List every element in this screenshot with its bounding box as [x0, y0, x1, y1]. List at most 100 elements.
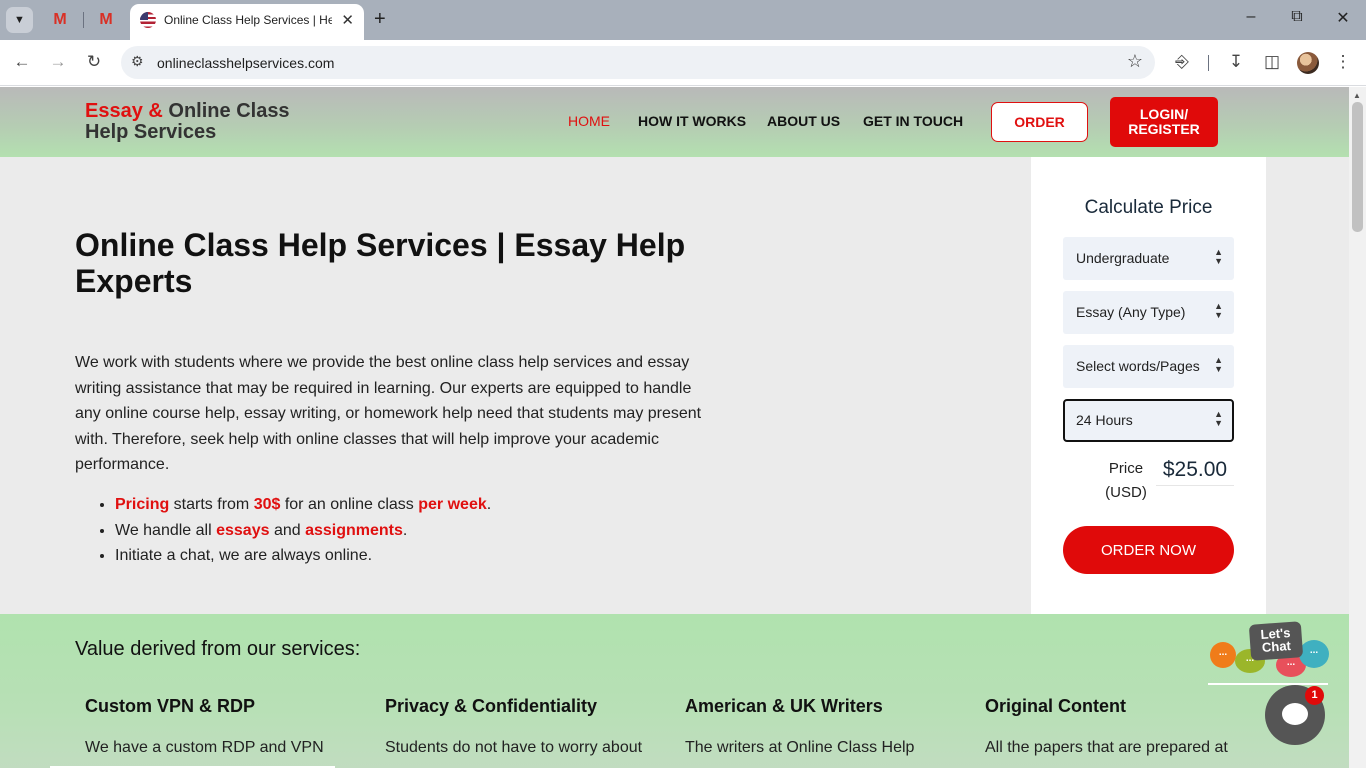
- profile-avatar[interactable]: [1297, 52, 1319, 74]
- value-text: Students do not have to worry about: [385, 739, 643, 756]
- price-label: Price (USD): [1091, 457, 1161, 505]
- tab-close-icon[interactable]: ✕: [341, 11, 354, 29]
- bullet-chat: Initiate a chat, we are always online.: [115, 543, 715, 569]
- select-value: 24 Hours: [1076, 412, 1133, 428]
- select-arrows-icon: ▲ ▼: [1214, 355, 1223, 374]
- gmail-pinned-tab[interactable]: M: [48, 8, 72, 32]
- extensions-icon[interactable]: ⎆: [1170, 52, 1194, 72]
- site-settings-icon[interactable]: ⚙: [131, 53, 144, 70]
- page-scrollbar[interactable]: ▲: [1349, 87, 1366, 768]
- select-value: Select words/Pages: [1076, 358, 1200, 374]
- essays-link[interactable]: essays: [216, 522, 269, 539]
- value-card-vpn: Custom VPN & RDP We have a custom RDP an…: [85, 696, 355, 760]
- downloads-icon[interactable]: ↧: [1224, 52, 1248, 72]
- per-week-highlight: per week: [418, 496, 487, 513]
- forward-icon[interactable]: →: [46, 52, 70, 72]
- restore-icon[interactable]: ⧉: [1277, 8, 1317, 26]
- hero-bullets: Pricing starts from 30$ for an online cl…: [115, 492, 715, 569]
- side-panel-icon[interactable]: ◫: [1260, 52, 1284, 72]
- value-text: We have a custom RDP and VPN: [85, 739, 324, 756]
- value-title: Custom VPN & RDP: [85, 696, 256, 716]
- tab-search-dropdown-icon[interactable]: ▼: [6, 7, 33, 33]
- select-arrows-icon: ▲ ▼: [1214, 409, 1223, 428]
- reload-icon[interactable]: ↻: [82, 52, 106, 72]
- toolbar-separator: [1208, 55, 1209, 71]
- hero-intro: We work with students where we provide t…: [75, 354, 702, 473]
- select-arrows-icon: ▲ ▼: [1214, 301, 1223, 320]
- browser-tab-bar: ▼ M M Online Class Help Services | Help …: [0, 0, 1366, 40]
- bullet-text: We handle all: [115, 521, 217, 539]
- bullet-text: .: [486, 496, 492, 513]
- nav-how-it-works[interactable]: HOW IT WORKS: [638, 113, 746, 129]
- bullet-handle: We handle all essays and assignments.: [115, 518, 715, 544]
- site-logo[interactable]: Essay & Online Class Help Services: [85, 101, 290, 143]
- chat-notification-badge: 1: [1305, 686, 1324, 705]
- deadline-select[interactable]: 24 Hours ▲ ▼: [1063, 399, 1234, 442]
- order-button[interactable]: ORDER: [991, 102, 1088, 142]
- values-section: Value derived from our services: Custom …: [0, 614, 1349, 768]
- menu-kebab-icon[interactable]: ⋮: [1331, 52, 1355, 72]
- paper-type-select[interactable]: Essay (Any Type) ▲ ▼: [1063, 291, 1234, 334]
- chat-bubble-icon: [1282, 703, 1308, 725]
- login-label-line1: LOGIN/: [1139, 106, 1189, 122]
- gmail-icon: M: [53, 11, 67, 28]
- window-close-icon[interactable]: ✕: [1323, 8, 1363, 28]
- lets-chat-badge[interactable]: Let's Chat: [1248, 621, 1304, 661]
- address-bar[interactable]: ⚙ onlineclasshelpservices.com ☆: [121, 46, 1155, 79]
- pricing-link[interactable]: Pricing: [115, 496, 169, 513]
- page-viewport: Essay & Online Class Help Services HOME …: [0, 87, 1349, 768]
- value-title: Original Content: [985, 696, 1126, 716]
- select-value: Undergraduate: [1076, 250, 1170, 266]
- bullet-pricing: Pricing starts from 30$ for an online cl…: [115, 492, 715, 518]
- login-register-button[interactable]: LOGIN/REGISTER: [1110, 97, 1218, 147]
- calculator-title: Calculate Price: [1084, 197, 1213, 218]
- bullet-text: for an online class: [280, 496, 419, 513]
- values-heading: Value derived from our services:: [75, 638, 361, 660]
- browser-toolbar: ← → ↻ ⚙ onlineclasshelpservices.com ☆ ⎆ …: [0, 40, 1366, 86]
- assignments-link[interactable]: assignments: [305, 522, 403, 539]
- value-card-writers: American & UK Writers The writers at Onl…: [685, 696, 955, 760]
- back-icon[interactable]: ←: [10, 52, 34, 72]
- url-text: onlineclasshelpservices.com: [157, 55, 335, 71]
- order-now-button[interactable]: ORDER NOW: [1063, 526, 1234, 574]
- academic-level-select[interactable]: Undergraduate ▲ ▼: [1063, 237, 1234, 280]
- bookmark-star-icon[interactable]: ☆: [1127, 51, 1143, 72]
- site-header: Essay & Online Class Help Services HOME …: [0, 87, 1349, 157]
- logo-text-line1: Online Class: [168, 100, 290, 122]
- tab-separator: [83, 12, 84, 28]
- value-title: American & UK Writers: [685, 696, 883, 716]
- lets-chat-line2: Chat: [1261, 637, 1292, 655]
- gmail-pinned-tab-2[interactable]: M: [94, 8, 118, 32]
- minimize-icon[interactable]: –: [1231, 8, 1271, 26]
- new-tab-icon[interactable]: +: [374, 8, 386, 30]
- price-highlight: 30$: [253, 496, 281, 513]
- value-text: The writers at Online Class Help: [685, 739, 915, 756]
- page-title: Online Class Help Services | Essay Help …: [75, 227, 686, 299]
- select-value: Essay (Any Type): [1076, 304, 1186, 320]
- price-label-line1: Price: [1108, 460, 1144, 477]
- scrollbar-thumb[interactable]: [1352, 102, 1363, 232]
- nav-home[interactable]: HOME: [568, 113, 610, 129]
- nav-get-in-touch[interactable]: GET IN TOUCH: [863, 113, 963, 129]
- gmail-icon: M: [99, 11, 113, 28]
- value-title: Privacy & Confidentiality: [385, 696, 598, 716]
- value-card-original: Original Content All the papers that are…: [985, 696, 1255, 760]
- chat-bubble-orange-icon: ...: [1210, 642, 1236, 668]
- us-flag-favicon-icon: [140, 12, 156, 28]
- pages-select[interactable]: Select words/Pages ▲ ▼: [1063, 345, 1234, 388]
- logo-red-text: Essay &: [85, 100, 163, 122]
- value-text: All the papers that are prepared at: [985, 739, 1228, 756]
- chat-divider: [1208, 683, 1328, 685]
- bullet-text: and: [269, 521, 306, 539]
- hero-section: Online Class Help Services | Essay Help …: [0, 157, 1349, 614]
- bullet-text: starts from: [169, 496, 254, 513]
- active-tab[interactable]: Online Class Help Services | Help ✕: [130, 4, 364, 40]
- logo-text-line2: Help Services: [85, 121, 217, 143]
- scroll-up-icon[interactable]: ▲: [1353, 91, 1361, 100]
- value-card-privacy: Privacy & Confidentiality Students do no…: [385, 696, 655, 760]
- select-arrows-icon: ▲ ▼: [1214, 247, 1223, 266]
- nav-about-us[interactable]: ABOUT US: [767, 113, 840, 129]
- login-label-line2: REGISTER: [1128, 121, 1200, 137]
- price-value: $25.00: [1156, 456, 1234, 486]
- chat-bubble-teal-icon: ...: [1299, 640, 1329, 668]
